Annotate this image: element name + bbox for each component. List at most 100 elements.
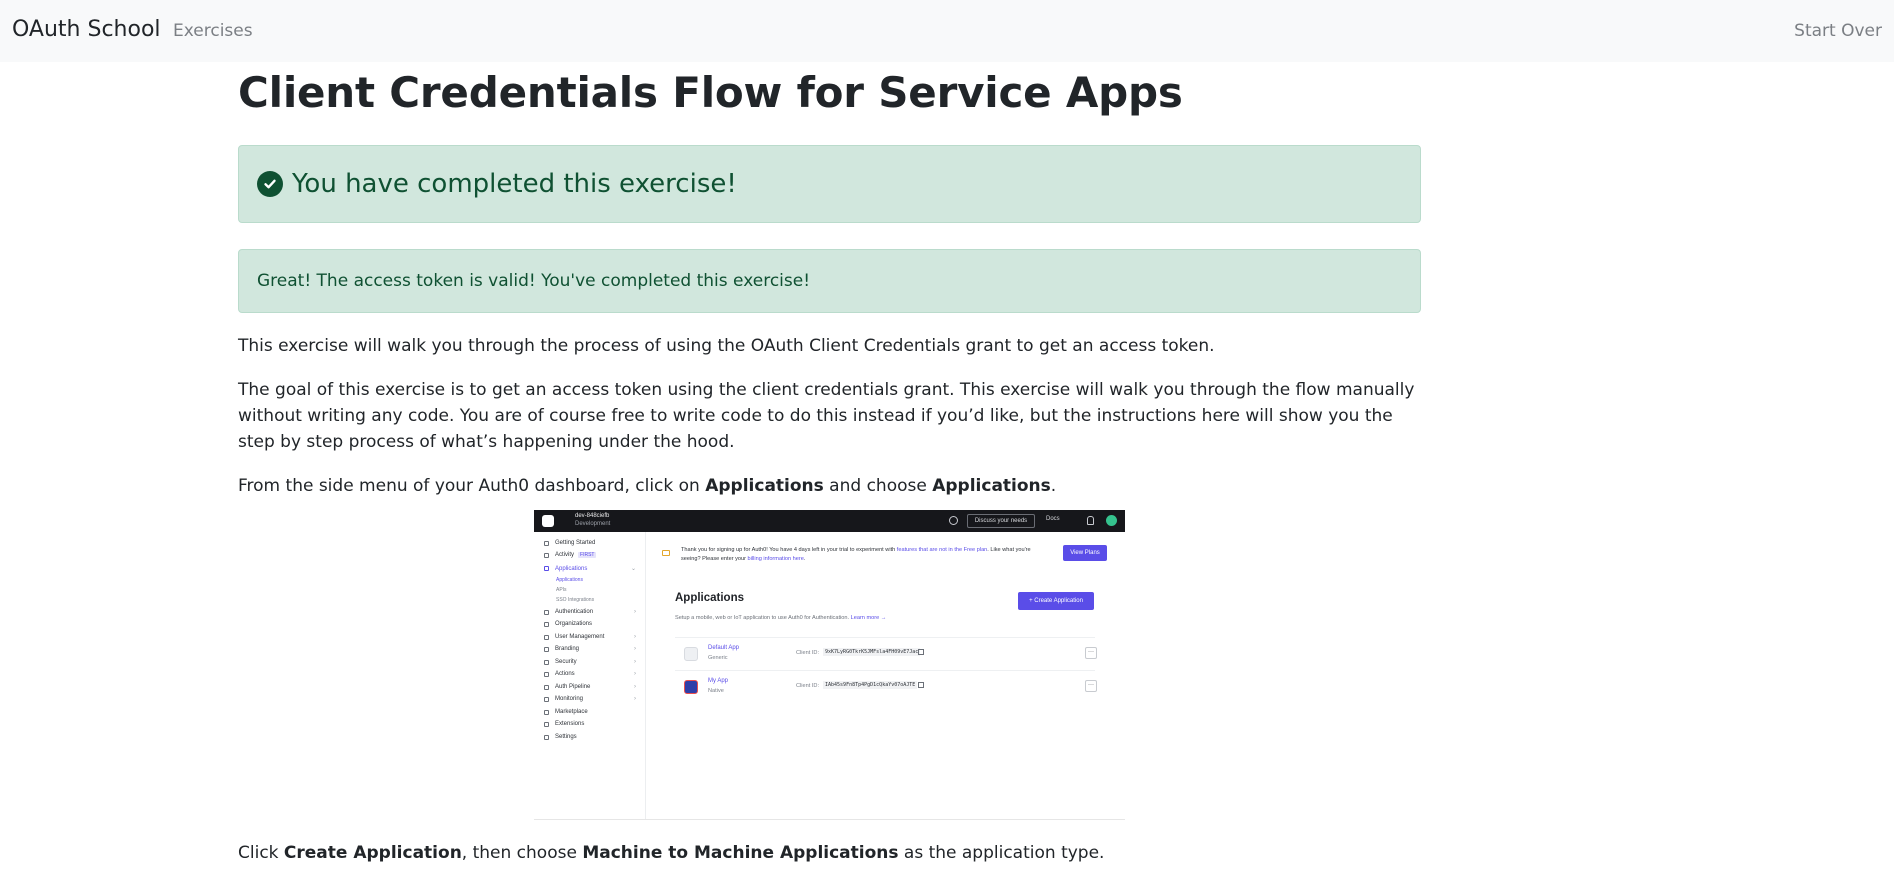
view-plans-button: View Plans [1063, 545, 1107, 561]
chevron-right-icon: › [634, 609, 636, 615]
actions-icon [544, 671, 549, 677]
brand-link[interactable]: OAuth School [12, 17, 161, 42]
sidebar-item-monitoring: Monitoring › [544, 696, 636, 702]
bolt-icon [544, 540, 549, 546]
chevron-right-icon: › [634, 671, 636, 677]
learn-more-link: Learn more → [850, 615, 887, 621]
completed-alert-text: You have completed this exercise! [292, 169, 737, 199]
sidebar-item-label: Organizations [555, 621, 593, 627]
sidebar-item-label: Actions [555, 671, 575, 677]
step2-bold-m2m: Machine to Machine Applications [582, 843, 899, 863]
more-options-icon: ··· [1085, 647, 1097, 659]
chevron-right-icon: › [634, 634, 636, 640]
trial-banner-text: Thank you for signing up for Auth0! You … [681, 546, 1051, 564]
building-icon [544, 621, 549, 627]
start-over-link[interactable]: Start Over [1794, 21, 1882, 41]
client-id-label: Client ID: [796, 683, 820, 689]
layers-icon [544, 566, 549, 571]
puzzle-icon [544, 721, 549, 727]
step2-text-b: , then choose [461, 843, 583, 863]
step2-text-c: as the application type. [898, 843, 1105, 863]
sidebar-badge: FIRST [578, 552, 597, 558]
discuss-button: Discuss your needs [967, 514, 1035, 528]
trial-link-features: features that are not in the Free plan [896, 547, 988, 553]
app-name: Default App [708, 645, 740, 651]
applications-title: Applications [675, 592, 745, 604]
success-alert: Great! The access token is valid! You've… [238, 249, 1421, 313]
sidebar-item-label: Applications [555, 565, 588, 572]
gear-icon [544, 734, 549, 740]
applications-subtitle-text: Setup a mobile, web or IoT application t… [675, 615, 850, 621]
goal-paragraph: The goal of this exercise is to get an a… [238, 380, 1415, 452]
applications-subtitle: Setup a mobile, web or IoT application t… [675, 615, 886, 621]
sidebar-item-branding: Branding › [544, 646, 636, 652]
step1-text-b: and choose [823, 476, 933, 496]
users-icon [544, 634, 549, 640]
sidebar-item-label: User Management [555, 634, 605, 640]
sidebar-item-settings: Settings [544, 734, 636, 740]
sidebar-item-label: Marketplace [555, 709, 588, 715]
sidebar-item-label: Settings [555, 734, 577, 740]
tenant-selector: dev-848ciefb Development [575, 512, 610, 528]
main-content: Client Credentials Flow for Service Apps… [238, 62, 1421, 863]
lock-icon [544, 609, 549, 615]
sidebar-item-label: Branding [555, 646, 580, 652]
subitem-sso-integrations: SSO Integrations [556, 597, 595, 603]
step1-paragraph: From the side menu of your Auth0 dashboa… [238, 473, 1421, 499]
step1-bold-applications: Applications [705, 476, 824, 496]
dashboard-sidebar: Getting Started Activity FIRST Applicatio… [534, 532, 646, 819]
nav-exercises-link[interactable]: Exercises [173, 21, 253, 41]
application-row: My App Native Client ID: IAb45s9Fn8Tp4Pg… [675, 670, 1097, 702]
success-alert-text: Great! The access token is valid! You've… [257, 271, 811, 291]
bar-chart-icon [544, 696, 549, 702]
client-id-label: Client ID: [796, 650, 820, 656]
subitem-applications: Applications [556, 577, 583, 583]
sidebar-item-applications: Applications ⌄ [544, 565, 636, 572]
sidebar-item-user-management: User Management › [544, 634, 636, 640]
more-options-icon: ··· [1085, 680, 1097, 692]
app-name: My App [708, 678, 729, 684]
sidebar-item-activity: Activity FIRST [544, 552, 636, 558]
chart-icon [544, 552, 549, 558]
trial-text-a: Thank you for signing up for Auth0! You … [681, 547, 897, 553]
credit-card-icon [662, 550, 670, 556]
dashboard-topbar: dev-848ciefb Development Discuss your ne… [534, 510, 1125, 532]
tenant-env: Development [575, 521, 611, 527]
bell-icon [1087, 516, 1094, 525]
step1-bold-applications-2: Applications [932, 476, 1051, 496]
sidebar-item-label: Authentication [555, 609, 594, 615]
sidebar-item-label: Extensions [555, 721, 585, 727]
client-id-value: 9xK7LyRG0TkrK5JMFsla4FH09vE7Jac [823, 648, 921, 656]
check-circle-icon [257, 171, 283, 197]
app-type: Generic [708, 655, 728, 661]
subitem-apis: APIs [556, 587, 567, 593]
copy-icon [918, 649, 924, 655]
sidebar-item-label: Getting Started [555, 540, 596, 546]
app-generic-icon [684, 647, 698, 661]
brush-icon [544, 646, 549, 652]
chevron-right-icon: › [634, 696, 636, 702]
copy-icon [918, 682, 924, 688]
sidebar-item-authentication: Authentication › [544, 609, 636, 615]
client-id-value: IAb45s9Fn8Tp4PgD1cQkaYv07oAJTE [823, 681, 918, 689]
sidebar-item-getting-started: Getting Started [544, 540, 636, 546]
step1-text-a: From the side menu of your Auth0 dashboa… [238, 476, 706, 496]
store-icon [544, 709, 549, 715]
tenant-name: dev-848ciefb [575, 513, 610, 519]
completed-alert: You have completed this exercise! [238, 145, 1421, 223]
trial-link-billing: billing information here [747, 556, 804, 562]
step2-text-a: Click [238, 843, 284, 863]
sidebar-item-organizations: Organizations [544, 621, 636, 627]
sidebar-item-label: Activity [555, 552, 575, 558]
sidebar-item-auth-pipeline: Auth Pipeline › [544, 684, 636, 690]
pipeline-icon [544, 684, 549, 690]
chevron-right-icon: › [634, 646, 636, 652]
auth0-logo-icon [542, 515, 554, 527]
chevron-right-icon: › [634, 684, 636, 690]
chevron-right-icon: › [634, 659, 636, 665]
trial-text-c: . [803, 556, 806, 562]
trial-banner: Thank you for signing up for Auth0! You … [656, 542, 1116, 568]
sidebar-item-extensions: Extensions [544, 721, 636, 727]
sidebar-item-marketplace: Marketplace [544, 709, 636, 715]
auth0-dashboard-screenshot: dev-848ciefb Development Discuss your ne… [534, 510, 1125, 820]
